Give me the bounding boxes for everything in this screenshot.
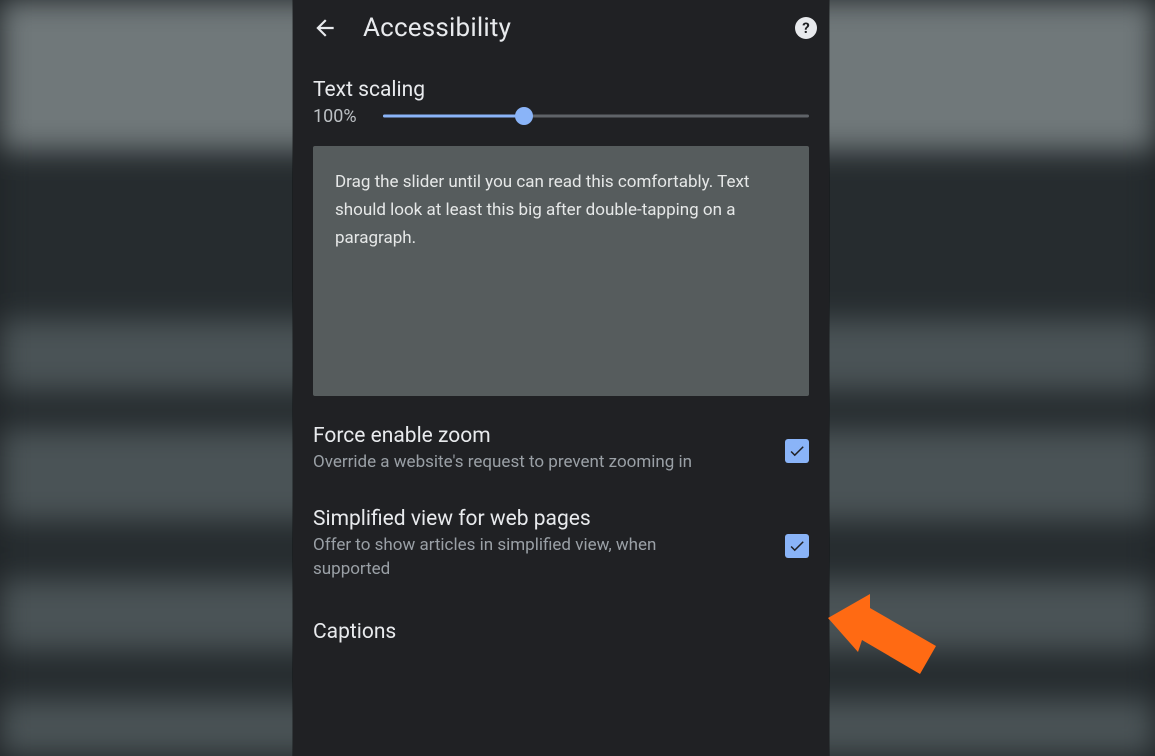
help-button[interactable]: ? [795,17,817,39]
simplified-view-subtitle: Offer to show articles in simplified vie… [313,533,733,582]
check-icon [788,442,806,460]
captions-title: Captions [313,620,809,644]
back-button[interactable] [305,8,345,48]
text-scaling-row: 100% [313,104,809,128]
slider-thumb[interactable] [515,107,533,125]
force-enable-zoom-text: Force enable zoom Override a website's r… [313,424,769,475]
slider-fill [383,115,524,118]
annotation-arrow-icon [826,586,946,696]
captions-row[interactable]: Captions [313,586,809,644]
check-icon [788,537,806,555]
top-app-bar: Accessibility ? [293,0,829,56]
settings-panel: Accessibility ? Text scaling 100% Drag t… [293,0,829,756]
text-scaling-section: Text scaling 100% Drag the slider until … [313,56,809,396]
force-enable-zoom-title: Force enable zoom [313,424,769,448]
force-enable-zoom-row[interactable]: Force enable zoom Override a website's r… [313,396,809,479]
simplified-view-row[interactable]: Simplified view for web pages Offer to s… [313,479,809,586]
help-icon: ? [802,19,809,37]
simplified-view-title: Simplified view for web pages [313,507,769,531]
force-enable-zoom-checkbox[interactable] [785,439,809,463]
simplified-view-checkbox[interactable] [785,534,809,558]
text-scaling-preview: Drag the slider until you can read this … [313,146,809,396]
content-area: Text scaling 100% Drag the slider until … [293,56,829,644]
arrow-back-icon [312,15,338,41]
force-enable-zoom-subtitle: Override a website's request to prevent … [313,450,733,475]
text-scaling-value: 100% [313,106,365,127]
text-scaling-slider[interactable] [383,104,809,128]
page-title: Accessibility [363,13,795,43]
simplified-view-text: Simplified view for web pages Offer to s… [313,507,769,582]
text-scaling-label: Text scaling [313,78,809,102]
